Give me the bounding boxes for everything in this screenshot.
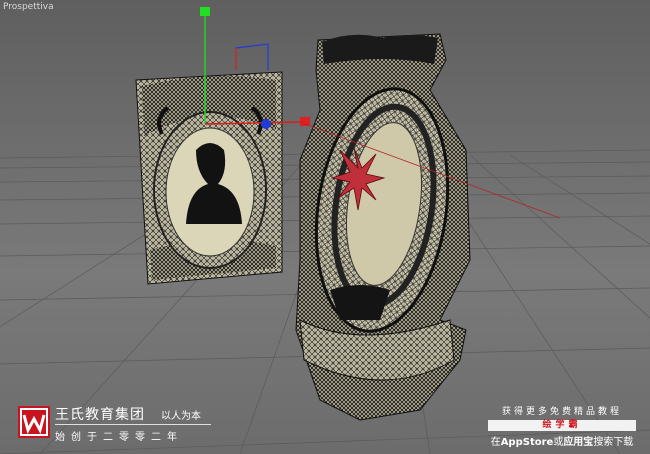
wangshi-logo bbox=[18, 406, 50, 438]
logo-w-icon bbox=[20, 408, 48, 436]
cartouche-frame-model[interactable] bbox=[135, 71, 283, 285]
shield-crest-model[interactable] bbox=[295, 33, 471, 421]
scene-canvas[interactable] bbox=[0, 0, 650, 454]
x-axis-handle bbox=[300, 117, 310, 126]
z-axis-handle bbox=[261, 119, 271, 129]
brand-year: 始创于二零零二年 bbox=[55, 432, 183, 443]
brand-name: 王氏教育集团 bbox=[55, 407, 145, 423]
promo-block: 获得更多免费精品教程 绘学霸 在AppStore或应用宝搜索下载 bbox=[488, 404, 636, 448]
y-axis-handle bbox=[200, 7, 210, 16]
promo-badge: 绘学霸 bbox=[488, 420, 636, 431]
3d-viewport[interactable]: Prospettiva 王氏教育集团 以人为本 始创于二零零二年 获得更多免费精… bbox=[0, 0, 650, 454]
promo-line3: 在AppStore或应用宝搜索下载 bbox=[490, 437, 634, 448]
brand-divider bbox=[55, 424, 211, 425]
brand-slogan: 以人为本 bbox=[161, 411, 201, 422]
promo-line1: 获得更多免费精品教程 bbox=[501, 407, 622, 417]
